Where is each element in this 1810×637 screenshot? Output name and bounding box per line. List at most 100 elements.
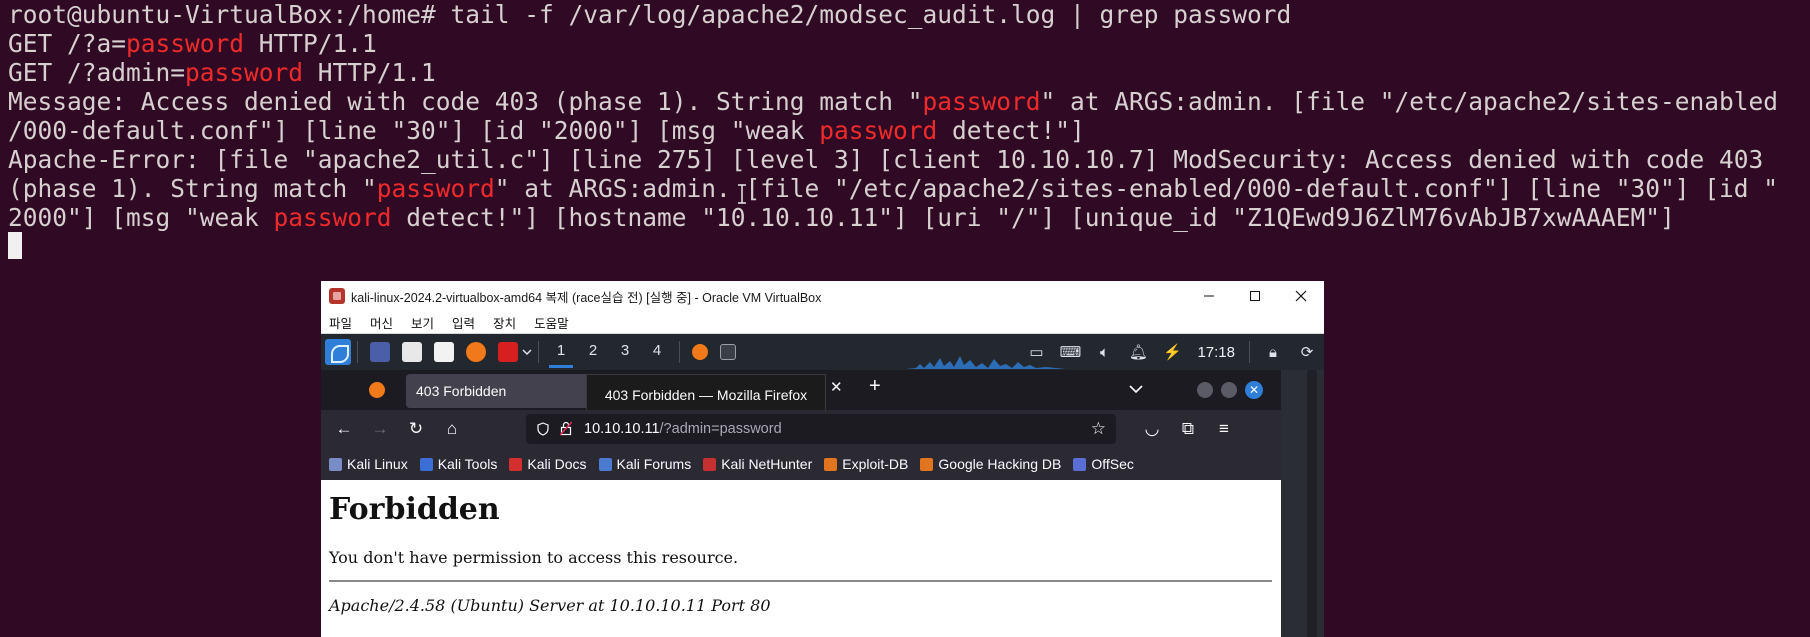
firefox-launcher-icon[interactable] <box>466 342 486 362</box>
log-line: Message: Access denied with code 403 (ph… <box>8 87 1808 116</box>
bookmark-star-icon[interactable]: ☆ <box>1091 414 1106 444</box>
panel-separator <box>679 341 680 363</box>
terminal-task-icon[interactable] <box>720 344 736 360</box>
show-desktop-icon[interactable] <box>370 342 390 362</box>
minimize-circle-icon[interactable] <box>1197 382 1213 398</box>
bookmark-kali-linux[interactable]: Kali Linux <box>329 456 408 472</box>
log-text: (phase 1). String match " <box>8 174 377 203</box>
page-divider <box>329 580 1272 582</box>
bookmark-label: OffSec <box>1091 456 1134 472</box>
insecure-lock-icon[interactable] <box>560 421 572 436</box>
panel-separator <box>357 341 358 363</box>
bookmark-label: Kali Forums <box>616 456 692 472</box>
desktop-background <box>1281 370 1324 637</box>
tab-close-icon[interactable]: ✕ <box>830 378 843 396</box>
keyboard-icon[interactable]: ⌨ <box>1059 341 1082 363</box>
bookmark-label: Kali Tools <box>437 456 498 472</box>
workspace-3[interactable]: 3 <box>609 334 641 370</box>
workspace-1[interactable]: 1 <box>545 334 577 370</box>
hamburger-menu-icon[interactable]: ≡ <box>1213 418 1235 440</box>
bookmark-offsec[interactable]: OffSec <box>1073 456 1134 472</box>
log-text: HTTP/1.1 <box>244 29 377 58</box>
minimize-icon <box>1204 295 1214 297</box>
menu-machine[interactable]: 머신 <box>370 313 393 332</box>
kali-menu-icon[interactable] <box>325 339 351 365</box>
log-text: /000-default.conf"] [line "30"] [id "200… <box>8 116 820 145</box>
close-circle-icon[interactable]: ✕ <box>1245 381 1263 399</box>
panel-clock[interactable]: 17:18 <box>1197 344 1235 361</box>
guest-display[interactable]: 1 2 3 4 ▭ ⌨ 🔈︎ 🔔︎ ⚡ 17:18 🔒︎ ⟳ 403 Forbi… <box>321 334 1324 637</box>
log-text: detect!"] <box>937 116 1085 145</box>
menu-view[interactable]: 보기 <box>411 313 434 332</box>
window-titlebar[interactable]: kali-linux-2024.2-virtualbox-amd64 복제 (r… <box>321 281 1324 311</box>
workspace-2[interactable]: 2 <box>577 334 609 370</box>
shield-icon[interactable] <box>536 422 550 436</box>
virtualbox-icon <box>329 288 345 304</box>
url-bar[interactable]: 10.10.10.11/?admin=password ☆ <box>526 414 1116 444</box>
firefox-task-icon[interactable] <box>692 344 708 360</box>
text-editor-icon[interactable] <box>434 342 454 362</box>
menu-input[interactable]: 입력 <box>452 313 475 332</box>
terminal-output: root@ubuntu-VirtualBox:/home# tail -f /v… <box>8 0 1808 232</box>
terminal-launcher-icon[interactable] <box>498 342 518 362</box>
bookmark-kali-nethunter[interactable]: Kali NetHunter <box>703 456 812 472</box>
tab-strip: 403 Forbidden 403 Forbidden — Mozilla Fi… <box>321 370 1281 414</box>
forward-icon[interactable]: → <box>369 418 391 440</box>
match-highlight: password <box>922 87 1041 116</box>
menu-file[interactable]: 파일 <box>329 313 352 332</box>
back-icon[interactable]: ← <box>333 418 355 440</box>
bookmark-kali-forums[interactable]: Kali Forums <box>598 456 692 472</box>
close-button[interactable] <box>1278 281 1324 311</box>
log-line: 2000"] [msg "weak password detect!"] [ho… <box>8 203 1808 232</box>
firefox-view-icon[interactable] <box>369 382 385 398</box>
bookmark-kali-docs[interactable]: Kali Docs <box>509 456 587 472</box>
bookmark-kali-tools[interactable]: Kali Tools <box>419 456 498 472</box>
page-content: Forbidden You don't have permission to a… <box>321 480 1281 637</box>
logout-icon[interactable]: ⟳ <box>1296 341 1318 363</box>
log-text: HTTP/1.1 <box>303 58 436 87</box>
lock-icon[interactable]: 🔒︎ <box>1262 341 1284 363</box>
url-path: /?admin=password <box>659 421 782 437</box>
log-line: (phase 1). String match "password" at AR… <box>8 174 1808 203</box>
match-highlight: password <box>126 29 245 58</box>
log-line: Apache-Error: [file "apache2_util.c"] [l… <box>8 145 1764 174</box>
maximize-icon <box>1250 291 1260 301</box>
log-text: " at ARGS:admin. [file "/etc/apache2/sit… <box>494 174 1779 203</box>
kali-tools-icon <box>419 457 433 471</box>
bookmark-label: Kali NetHunter <box>721 456 813 472</box>
firefox-window[interactable]: 403 Forbidden 403 Forbidden — Mozilla Fi… <box>321 370 1281 637</box>
nethunter-icon <box>703 457 717 471</box>
new-tab-button[interactable]: + <box>869 375 881 398</box>
log-line: /000-default.conf"] [line "30"] [id "200… <box>8 116 1808 145</box>
extensions-icon[interactable]: ⧉ <box>1177 418 1199 440</box>
maximize-circle-icon[interactable] <box>1221 382 1237 398</box>
log-line: GET /?a=password HTTP/1.1 <box>8 29 1808 58</box>
virtualbox-window[interactable]: kali-linux-2024.2-virtualbox-amd64 복제 (r… <box>321 281 1324 637</box>
chevron-down-icon[interactable] <box>522 348 532 356</box>
ibeam-cursor-icon <box>738 184 746 204</box>
minimize-button[interactable] <box>1186 281 1232 311</box>
power-manager-icon[interactable]: ⚡ <box>1161 341 1183 363</box>
workspace-4[interactable]: 4 <box>641 334 673 370</box>
kali-linux-icon <box>329 457 342 471</box>
panel-separator <box>538 341 539 363</box>
file-manager-icon[interactable] <box>402 342 422 362</box>
menu-devices[interactable]: 장치 <box>493 313 516 332</box>
tab-403-forbidden[interactable]: 403 Forbidden <box>406 374 606 408</box>
list-all-tabs-icon[interactable] <box>1129 384 1143 394</box>
bookmark-google-hacking-db[interactable]: Google Hacking DB <box>920 456 1061 472</box>
offsec-icon <box>1073 457 1087 471</box>
terminal-prompt-line: root@ubuntu-VirtualBox:/home# tail -f /v… <box>8 0 1292 29</box>
pocket-icon[interactable]: ◡ <box>1141 418 1163 440</box>
notification-bell-icon[interactable]: 🔔︎ <box>1127 341 1149 363</box>
bookmark-label: Kali Docs <box>527 456 587 472</box>
volume-icon[interactable]: 🔈︎ <box>1093 341 1115 363</box>
home-icon[interactable]: ⌂ <box>441 418 463 440</box>
google-hacking-db-icon <box>920 457 934 471</box>
reload-icon[interactable]: ↻ <box>405 418 427 440</box>
maximize-button[interactable] <box>1232 281 1278 311</box>
log-line: GET /?admin=password HTTP/1.1 <box>8 58 1808 87</box>
display-icon[interactable]: ▭ <box>1025 341 1047 363</box>
bookmark-exploit-db[interactable]: Exploit-DB <box>824 456 908 472</box>
menu-help[interactable]: 도움말 <box>534 313 569 332</box>
